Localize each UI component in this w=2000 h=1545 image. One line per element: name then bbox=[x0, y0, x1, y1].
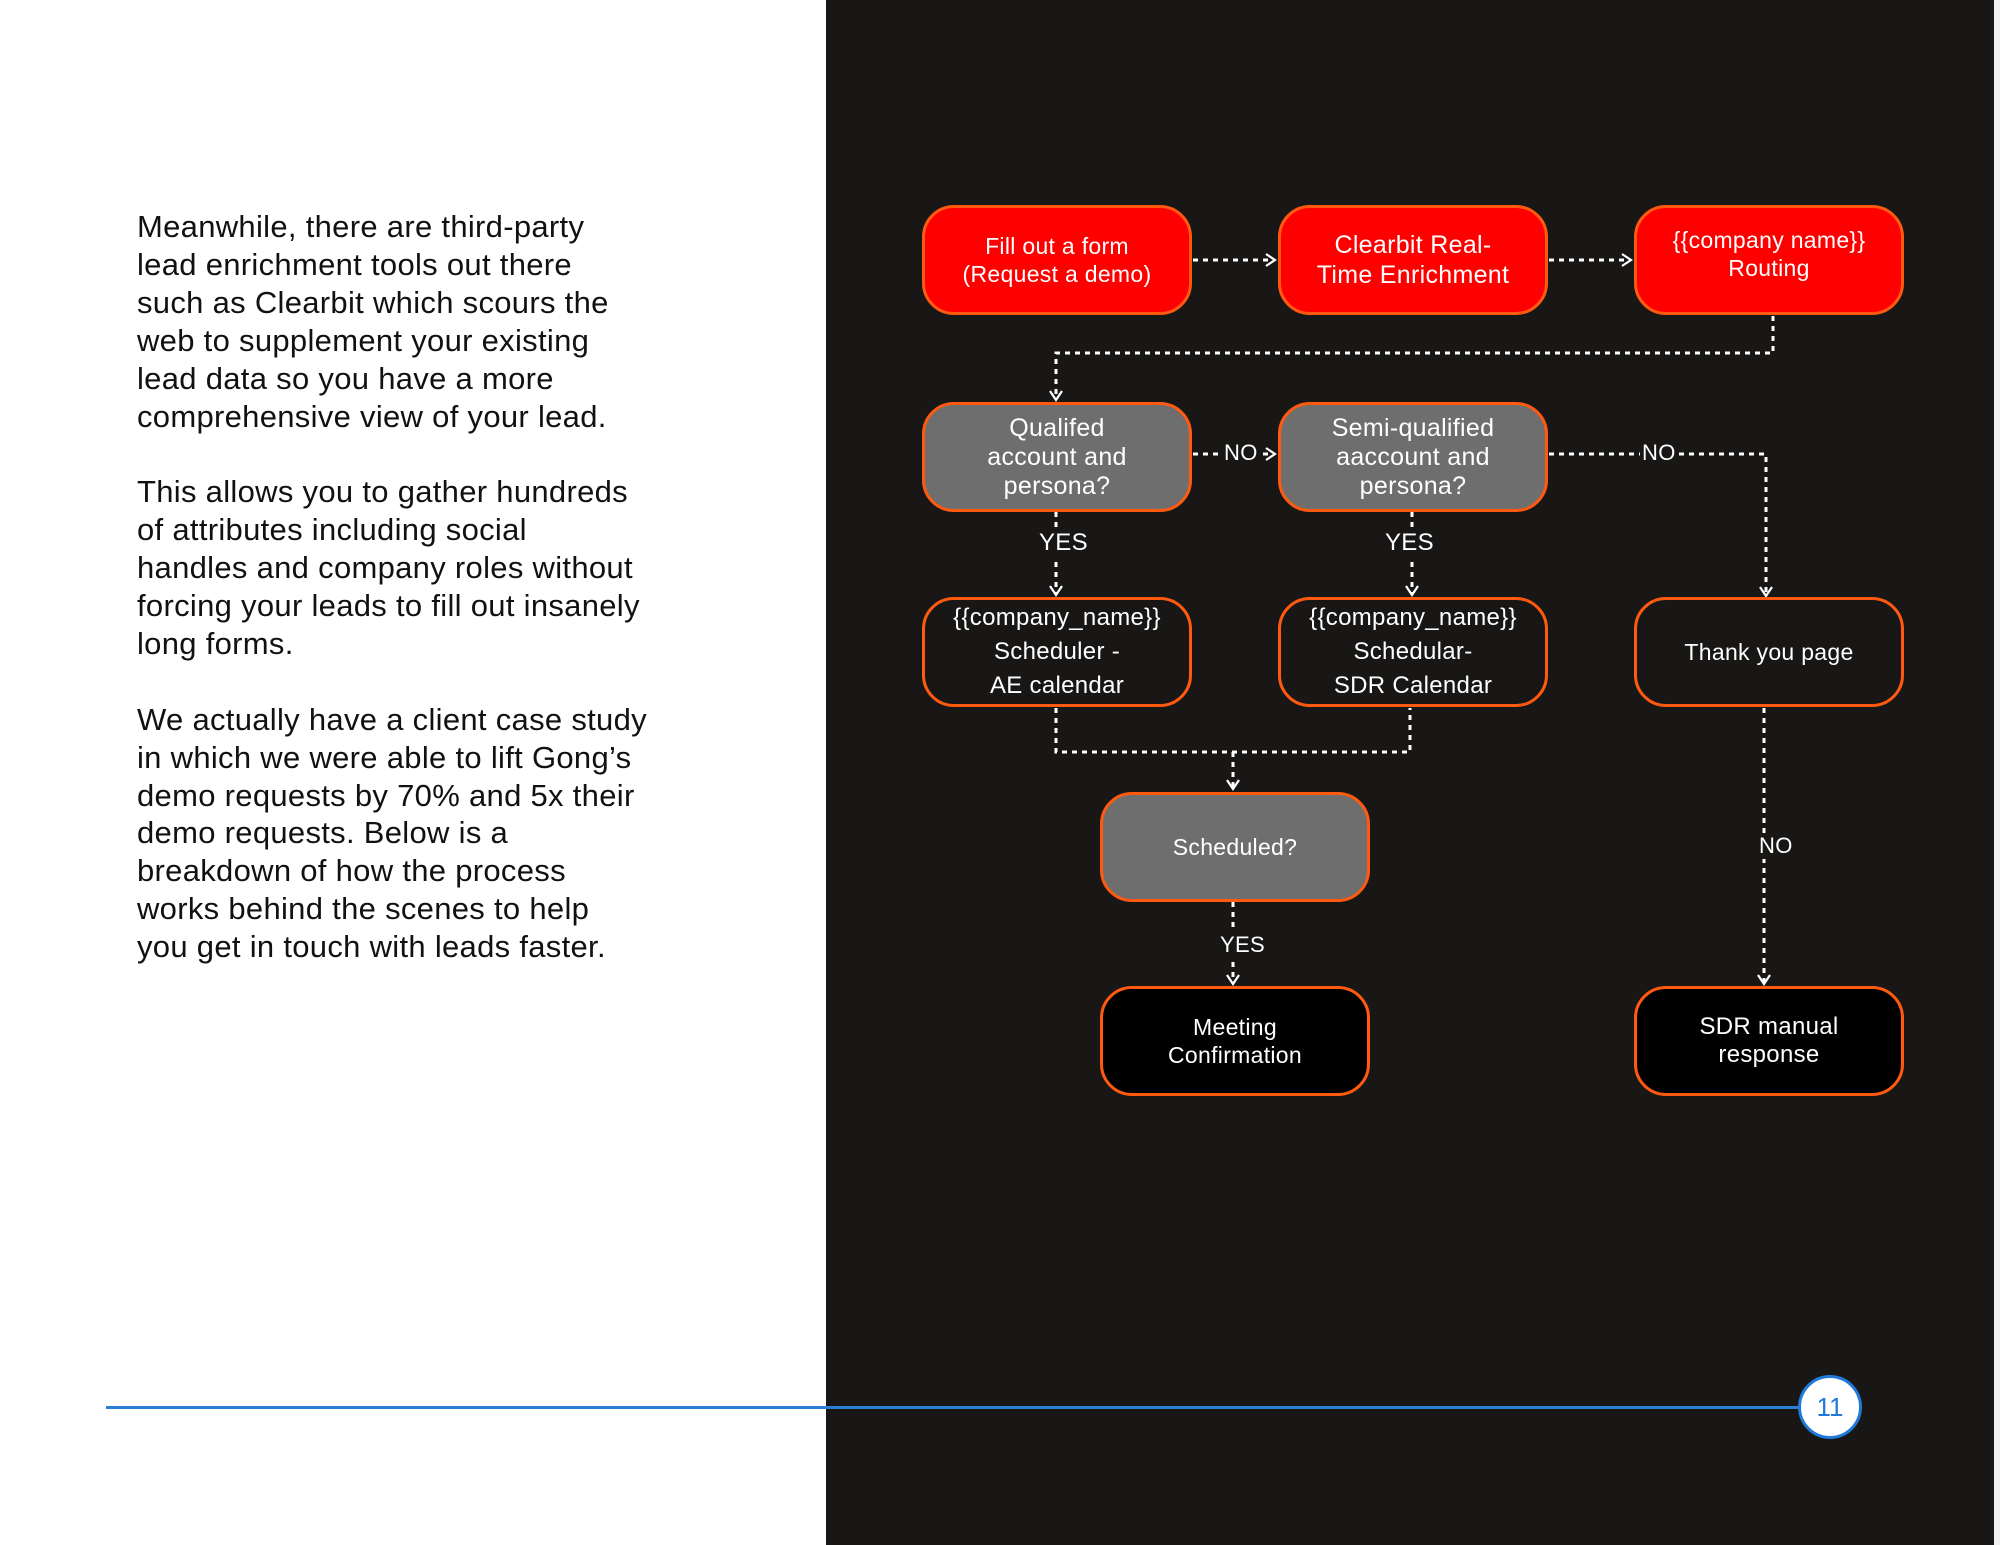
node-text: Thank you page bbox=[1684, 639, 1854, 665]
edge-label-qualified-no: NO bbox=[1222, 440, 1260, 466]
node-text: Routing bbox=[1728, 255, 1810, 281]
node-fill-out-form: Fill out a form (Request a demo) bbox=[922, 205, 1192, 315]
node-text: Qualifed bbox=[1009, 413, 1105, 442]
node-semi-qualified-decision: Semi-qualified aaccount and persona? bbox=[1278, 402, 1548, 512]
node-text: Time Enrichment bbox=[1316, 261, 1510, 289]
node-text: Scheduled? bbox=[1172, 834, 1298, 860]
node-text: Clearbit Real- bbox=[1334, 231, 1492, 259]
page-number: 11 bbox=[1816, 1391, 1844, 1422]
node-text: Scheduler - bbox=[993, 638, 1120, 665]
node-qualified-decision: Qualifed account and persona? bbox=[922, 402, 1192, 512]
edge-label-semi-yes: YES bbox=[1383, 529, 1436, 557]
edge-semi-no bbox=[1549, 452, 1773, 598]
node-thank-you-page: Thank you page bbox=[1634, 597, 1904, 707]
node-clearbit-enrichment: Clearbit Real- Time Enrichment bbox=[1278, 205, 1548, 315]
node-text: {{company_name}} bbox=[1309, 604, 1517, 631]
node-text: AE calendar bbox=[989, 672, 1125, 699]
node-sdr-scheduler: {{company_name}} Schedular- SDR Calendar bbox=[1278, 597, 1548, 707]
node-routing: {{company name}} Routing bbox=[1634, 205, 1904, 315]
node-text: SDR manual bbox=[1699, 1013, 1839, 1040]
edge-label-semi-no: NO bbox=[1640, 440, 1678, 466]
node-text: aaccount and bbox=[1336, 442, 1490, 471]
footer-rule bbox=[106, 1406, 1804, 1409]
node-ae-scheduler: {{company_name}} Scheduler - AE calendar bbox=[922, 597, 1192, 707]
node-sdr-manual-response: SDR manual response bbox=[1634, 986, 1904, 1096]
node-text: persona? bbox=[1359, 471, 1467, 500]
edge-label-thankyou-no: NO bbox=[1757, 833, 1795, 859]
node-text: Confirmation bbox=[1168, 1042, 1302, 1068]
node-text: response bbox=[1718, 1041, 1820, 1068]
edge-label-scheduled-yes: YES bbox=[1218, 932, 1267, 958]
node-text: Fill out a form bbox=[985, 233, 1129, 259]
node-text: (Request a demo) bbox=[962, 261, 1152, 287]
node-meeting-confirmation: Meeting Confirmation bbox=[1100, 986, 1370, 1096]
node-text: Semi-qualified bbox=[1331, 413, 1495, 442]
node-text: persona? bbox=[1003, 471, 1111, 500]
node-text: account and bbox=[987, 442, 1127, 471]
edge-schedulers-to-scheduled bbox=[1054, 708, 1412, 789]
edge-label-qualified-yes: YES bbox=[1037, 529, 1090, 557]
node-text: {{company_name}} bbox=[953, 604, 1161, 631]
node-scheduled-decision: Scheduled? bbox=[1100, 792, 1370, 902]
node-text: SDR Calendar bbox=[1333, 672, 1493, 699]
page-number-badge: 11 bbox=[1798, 1375, 1862, 1439]
node-text: Schedular- bbox=[1353, 638, 1473, 665]
edge-routing-to-qualified bbox=[1049, 316, 1775, 402]
node-text: {{company name}} bbox=[1672, 227, 1866, 253]
node-text: Meeting bbox=[1193, 1014, 1277, 1040]
